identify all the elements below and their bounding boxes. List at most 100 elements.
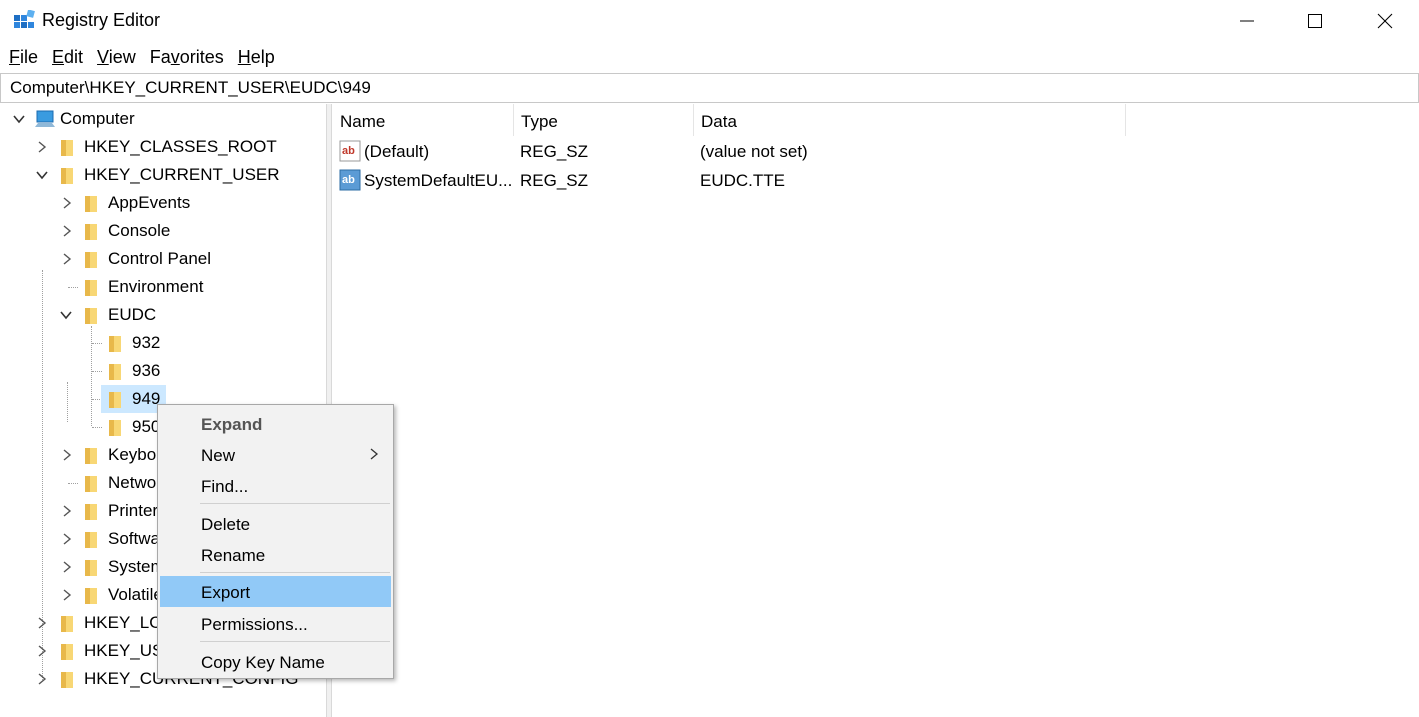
tree-item-hkey-classes-root[interactable]: HKEY_CLASSES_ROOT <box>0 133 326 161</box>
tree-item-eudc[interactable]: EUDC <box>0 301 326 329</box>
chevron-right-icon[interactable] <box>35 140 49 154</box>
chevron-right-icon[interactable] <box>60 560 74 574</box>
tree-item-932[interactable]: 932 <box>0 329 326 357</box>
menu-view-accel: V <box>97 46 109 67</box>
menu-view[interactable]: View <box>97 45 136 70</box>
menu-separator <box>200 641 390 642</box>
title-bar: Registry Editor <box>0 0 1419 42</box>
chevron-right-icon[interactable] <box>60 588 74 602</box>
address-bar[interactable]: Computer\HKEY_CURRENT_USER\EUDC\949 <box>0 73 1419 103</box>
values-list-pane[interactable]: Name Type Data ab (Default) REG_SZ (valu… <box>333 104 1419 717</box>
value-data: (value not set) <box>700 142 808 161</box>
window-title: Registry Editor <box>42 10 161 30</box>
menu-favorites[interactable]: Favorites <box>150 45 224 70</box>
menu-file[interactable]: File <box>9 45 38 70</box>
minimize-icon <box>1240 20 1254 22</box>
chevron-down-icon[interactable] <box>35 168 49 182</box>
folder-icon <box>85 476 97 492</box>
menu-item-export[interactable]: Export <box>160 576 391 607</box>
menu-item-new[interactable]: New <box>160 439 391 470</box>
chevron-right-icon[interactable] <box>35 644 49 658</box>
folder-icon <box>61 168 73 184</box>
list-header: Name Type Data <box>333 104 1126 136</box>
column-header-type[interactable]: Type <box>514 104 694 136</box>
folder-icon <box>61 140 73 156</box>
folder-icon <box>85 532 97 548</box>
menu-help[interactable]: Help <box>238 45 275 70</box>
menu-item-label: Expand <box>201 415 263 434</box>
tree-item-936[interactable]: 936 <box>0 357 326 385</box>
menu-bar: File Edit View Favorites Help <box>0 42 1419 72</box>
chevron-right-icon[interactable] <box>60 504 74 518</box>
column-header-name[interactable]: Name <box>333 104 514 136</box>
menu-item-label: Delete <box>201 515 251 534</box>
tree-item-control-panel[interactable]: Control Panel <box>0 245 326 273</box>
folder-icon <box>61 672 73 688</box>
chevron-down-icon[interactable] <box>59 308 73 322</box>
folder-icon <box>61 616 73 632</box>
chevron-right-icon[interactable] <box>35 672 49 686</box>
folder-icon <box>61 644 73 660</box>
tree-label: Environment <box>108 277 204 296</box>
folder-icon <box>109 364 121 380</box>
column-header-label: Data <box>701 112 737 131</box>
menu-file-accel: F <box>9 46 20 67</box>
menu-item-label: Permissions... <box>201 615 308 634</box>
tree-label: Control Panel <box>108 249 212 268</box>
chevron-right-icon[interactable] <box>60 448 74 462</box>
folder-icon <box>85 252 97 268</box>
tree-label: 932 <box>132 333 161 352</box>
menu-item-expand[interactable]: Expand <box>160 408 391 439</box>
close-button[interactable] <box>1350 0 1419 42</box>
value-name: (Default) <box>364 142 430 161</box>
string-value-icon: ab <box>339 140 361 162</box>
column-header-label: Type <box>521 112 558 131</box>
tree-label: Computer <box>60 109 135 128</box>
tree-item-hkey-current-user[interactable]: HKEY_CURRENT_USER <box>0 161 326 189</box>
table-row[interactable]: ab (Default) REG_SZ (value not set) <box>333 137 1126 165</box>
value-type: REG_SZ <box>520 171 589 190</box>
chevron-down-icon[interactable] <box>12 112 26 126</box>
chevron-right-icon[interactable] <box>60 196 74 210</box>
folder-icon <box>85 224 97 240</box>
menu-edit[interactable]: Edit <box>52 45 83 70</box>
folder-icon <box>85 308 97 324</box>
chevron-right-icon[interactable] <box>60 224 74 238</box>
menu-item-label: Copy Key Name <box>201 653 325 672</box>
svg-text:ab: ab <box>342 174 355 186</box>
maximize-button[interactable] <box>1280 0 1350 42</box>
menu-edit-accel: E <box>52 46 65 67</box>
column-header-data[interactable]: Data <box>694 104 1126 136</box>
chevron-right-icon[interactable] <box>60 252 74 266</box>
chevron-right-icon[interactable] <box>35 616 49 630</box>
column-header-label: Name <box>340 112 386 131</box>
menu-item-delete[interactable]: Delete <box>160 508 391 539</box>
table-row[interactable]: ab SystemDefaultEU... REG_SZ EUDC.TTE <box>333 166 1126 194</box>
menu-favorites-pre: Fa <box>149 46 171 67</box>
tree-item-appevents[interactable]: AppEvents <box>0 189 326 217</box>
folder-icon <box>109 392 121 408</box>
menu-item-permissions[interactable]: Permissions... <box>160 608 391 639</box>
tree-item-computer[interactable]: Computer <box>0 105 326 133</box>
tree-label: EUDC <box>108 305 157 324</box>
tree-label: AppEvents <box>108 193 191 212</box>
close-icon <box>1377 13 1393 29</box>
value-data: EUDC.TTE <box>700 171 785 190</box>
folder-icon <box>85 280 97 296</box>
menu-item-find[interactable]: Find... <box>160 470 391 501</box>
menu-separator <box>200 503 390 504</box>
value-type: REG_SZ <box>520 142 589 161</box>
value-name: SystemDefaultEU... <box>364 171 513 190</box>
chevron-right-icon[interactable] <box>60 532 74 546</box>
minimize-button[interactable] <box>1212 0 1282 42</box>
menu-item-copy-key-name[interactable]: Copy Key Name <box>160 646 391 677</box>
menu-item-rename[interactable]: Rename <box>160 539 391 570</box>
menu-item-label: New <box>201 446 236 465</box>
tree-item-environment[interactable]: Environment <box>0 273 326 301</box>
folder-icon <box>85 504 97 520</box>
menu-favorites-accel: v <box>170 46 180 67</box>
menu-edit-label: dit <box>64 46 84 67</box>
tree-item-console[interactable]: Console <box>0 217 326 245</box>
menu-view-label: iew <box>108 46 136 67</box>
menu-help-accel: H <box>237 46 251 67</box>
